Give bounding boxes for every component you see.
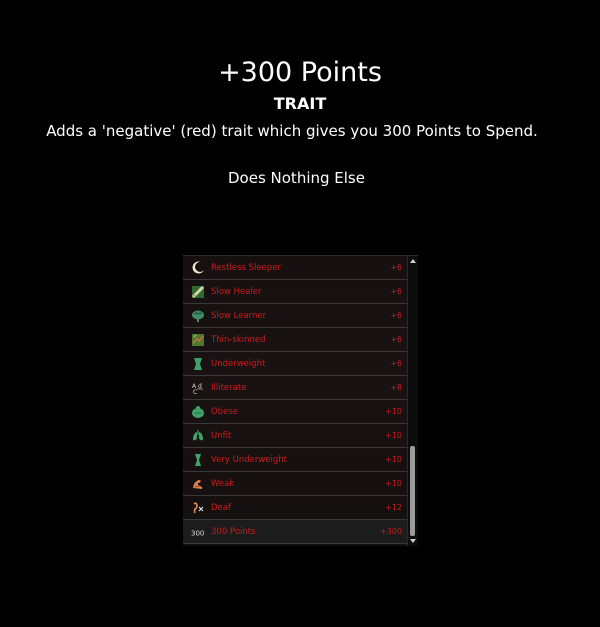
very-thin-body-icon — [191, 453, 205, 467]
brain-icon — [191, 309, 205, 323]
obese-body-icon — [191, 405, 205, 419]
abc-icon: AdC — [191, 381, 205, 395]
trait-list-panel: Restless Sleeper +6 Slow Healer +6 Slow … — [183, 255, 418, 546]
trait-points: +10 — [385, 407, 402, 416]
trait-name: Weak — [211, 478, 235, 489]
deaf-icon — [191, 501, 205, 515]
trait-points: +10 — [385, 455, 402, 464]
trait-name: Slow Healer — [211, 286, 262, 297]
trait-row-illiterate[interactable]: AdC Illiterate +8 — [183, 376, 408, 400]
moon-icon — [191, 261, 205, 275]
lungs-icon — [191, 429, 205, 443]
trait-points: +10 — [385, 479, 402, 488]
trait-row-very-underweight[interactable]: Very Underweight +10 — [183, 448, 408, 472]
trait-row-slow-healer[interactable]: Slow Healer +6 — [183, 280, 408, 304]
300-icon-text: 300 — [191, 529, 204, 537]
trait-note: Does Nothing Else — [228, 169, 365, 187]
trait-name: Deaf — [211, 502, 231, 513]
trait-row-thin-skinned[interactable]: Thin-skinned +6 — [183, 328, 408, 352]
trait-name: Illiterate — [211, 382, 247, 393]
arm-icon — [191, 477, 205, 491]
trait-type-label: TRAIT — [273, 94, 327, 113]
trait-points: +6 — [390, 359, 402, 368]
trait-name: Obese — [211, 406, 238, 417]
trait-title: +300 Points — [218, 57, 382, 88]
trait-name: Restless Sleeper — [211, 262, 282, 273]
trait-row-unfit[interactable]: Unfit +10 — [183, 424, 408, 448]
trait-list-scrollbar[interactable] — [407, 256, 418, 546]
trait-row-deaf[interactable]: Deaf +12 — [183, 496, 408, 520]
trait-points: +300 — [380, 527, 402, 536]
trait-points: +6 — [390, 287, 402, 296]
trait-row-slow-learner[interactable]: Slow Learner +6 — [183, 304, 408, 328]
scroll-down-arrow-icon[interactable] — [410, 539, 416, 543]
trait-row-underweight[interactable]: Underweight +6 — [183, 352, 408, 376]
trait-description: Adds a 'negative' (red) trait which give… — [46, 122, 538, 140]
trait-points: +10 — [385, 431, 402, 440]
trait-name: Unfit — [211, 430, 232, 441]
trait-name: Very Underweight — [211, 454, 287, 465]
trait-list: Restless Sleeper +6 Slow Healer +6 Slow … — [183, 256, 408, 546]
scrollbar-thumb[interactable] — [410, 446, 415, 536]
svg-text:C: C — [193, 389, 197, 395]
trait-name: Slow Learner — [211, 310, 267, 321]
trait-points: +6 — [390, 335, 402, 344]
300-icon: 300 — [191, 525, 205, 539]
bandage-icon — [191, 285, 205, 299]
scroll-up-arrow-icon[interactable] — [410, 259, 416, 263]
trait-name: 300 Points — [211, 526, 256, 537]
trait-points: +6 — [390, 311, 402, 320]
trait-name: Thin-skinned — [211, 334, 266, 345]
trait-name: Underweight — [211, 358, 266, 369]
trait-points: +6 — [390, 263, 402, 272]
skin-icon — [191, 333, 205, 347]
trait-points: +8 — [390, 383, 402, 392]
trait-row-weak[interactable]: Weak +10 — [183, 472, 408, 496]
trait-points: +12 — [385, 503, 402, 512]
trait-row-300-points[interactable]: 300 300 Points +300 — [183, 520, 408, 544]
thin-body-icon — [191, 357, 205, 371]
trait-row-obese[interactable]: Obese +10 — [183, 400, 408, 424]
trait-row-restless-sleeper[interactable]: Restless Sleeper +6 — [183, 256, 408, 280]
